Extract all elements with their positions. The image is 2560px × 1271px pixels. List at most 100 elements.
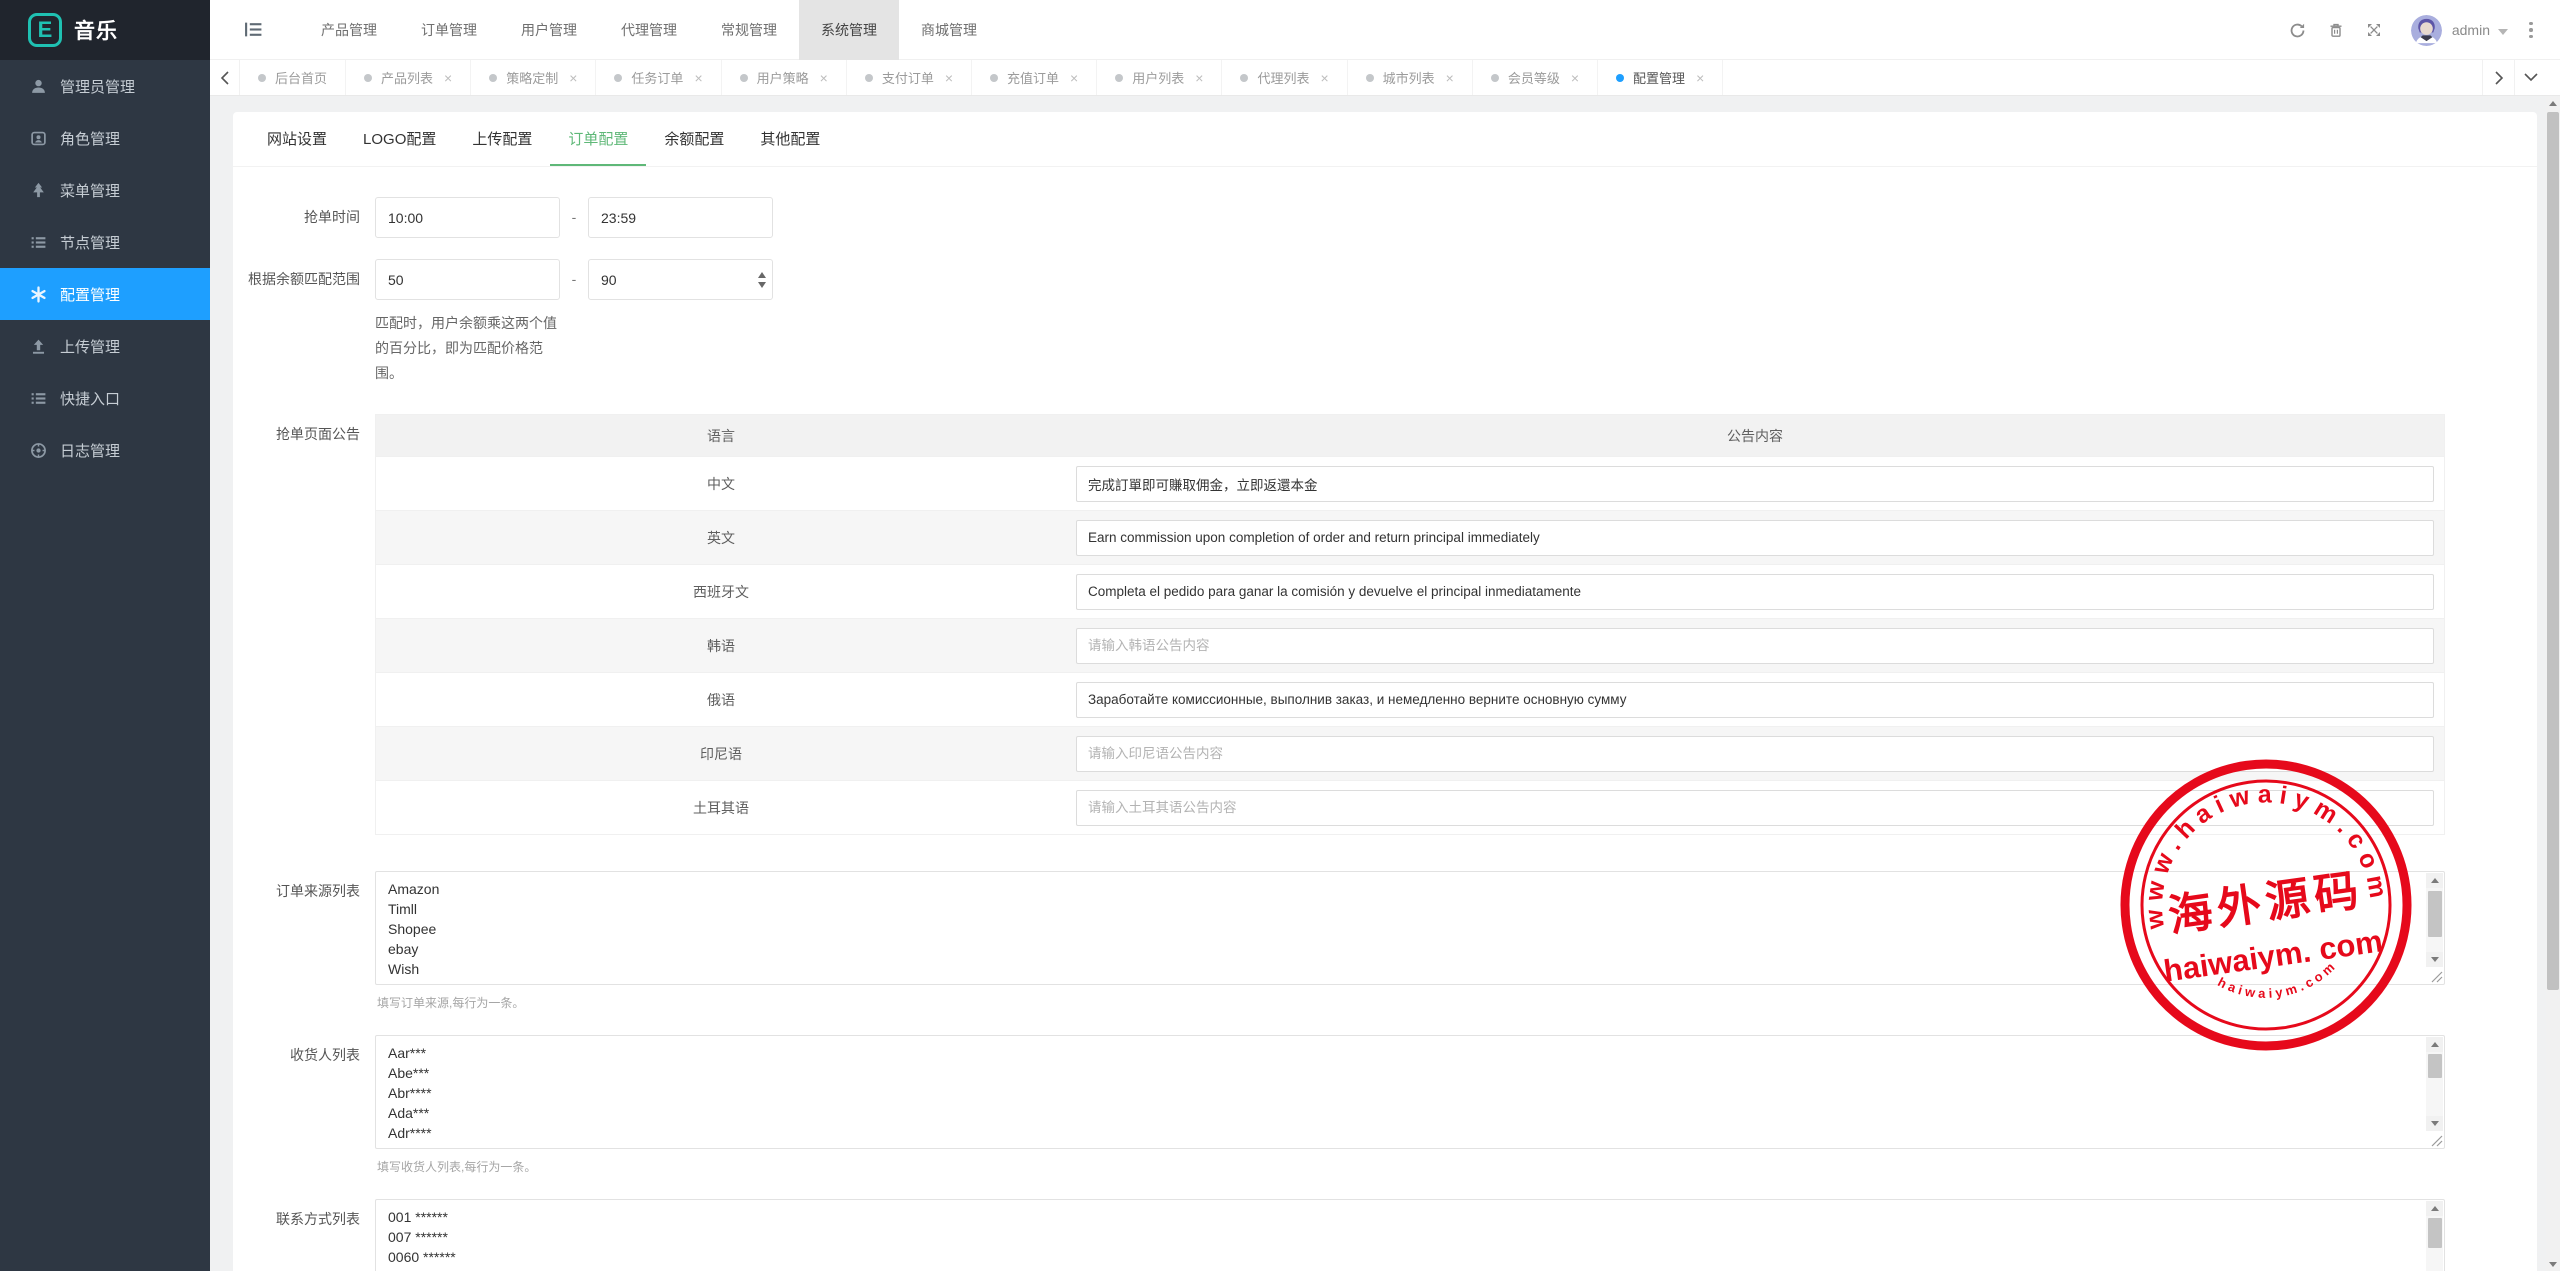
table-header: 语言 公告内容 — [376, 415, 2444, 457]
collapse-menu-icon[interactable] — [244, 21, 263, 38]
announcement-input-en[interactable] — [1076, 520, 2434, 556]
resize-grip-icon[interactable] — [2426, 967, 2443, 983]
close-icon[interactable] — [1696, 71, 1704, 85]
balance-max-input[interactable] — [588, 259, 773, 300]
more-vertical-icon[interactable] — [2516, 0, 2546, 60]
textarea-scrollbar[interactable] — [2426, 1037, 2443, 1147]
username[interactable]: admin — [2452, 22, 2490, 38]
topnav-agent[interactable]: 代理管理 — [599, 0, 699, 60]
tab-task-order[interactable]: 任务订单 — [596, 60, 721, 95]
textarea-scrollbar[interactable] — [2426, 1201, 2443, 1271]
tab-city-list[interactable]: 城市列表 — [1348, 60, 1473, 95]
scroll-up-icon[interactable] — [2546, 96, 2560, 110]
textarea-scrollbar[interactable] — [2426, 873, 2443, 983]
spin-down-icon[interactable] — [758, 282, 766, 288]
scroll-down-icon[interactable] — [2426, 952, 2443, 967]
tabs-menu-icon[interactable] — [2514, 60, 2546, 95]
content-area: 网站设置 LOGO配置 上传配置 订单配置 余额配置 其他配置 抢单时间 - 根… — [210, 96, 2560, 1271]
tab-agent-list[interactable]: 代理列表 — [1222, 60, 1347, 95]
tab-recharge-order[interactable]: 充值订单 — [972, 60, 1097, 95]
topnav-user[interactable]: 用户管理 — [499, 0, 599, 60]
tab-logo-config[interactable]: LOGO配置 — [345, 112, 454, 166]
grab-time-end-input[interactable] — [588, 197, 773, 238]
sidebar-item-upload-manage[interactable]: 上传管理 — [0, 320, 210, 372]
chevron-down-icon[interactable] — [2498, 29, 2508, 35]
announcement-input-ko[interactable] — [1076, 628, 2434, 664]
balance-min-input[interactable] — [375, 259, 560, 300]
textarea-content: Amazon Timll Shopee ebay Wish — [388, 879, 2418, 982]
close-icon[interactable] — [1571, 71, 1579, 85]
tab-home[interactable]: 后台首页 — [240, 60, 346, 95]
scroll-thumb[interactable] — [2428, 1054, 2442, 1078]
announcement-input-es[interactable] — [1076, 574, 2434, 610]
refresh-icon[interactable] — [2279, 0, 2317, 60]
sidebar-item-config-manage[interactable]: 配置管理 — [0, 268, 210, 320]
tab-config-manage[interactable]: 配置管理 — [1598, 60, 1723, 95]
page-scrollbar[interactable] — [2546, 96, 2560, 1271]
scroll-thumb[interactable] — [2547, 112, 2559, 990]
close-icon[interactable] — [694, 71, 702, 85]
tab-site-settings[interactable]: 网站设置 — [249, 112, 345, 166]
sidebar: E 音乐 管理员管理 角色管理 菜单管理 节点管理 配置管理 上传管理 — [0, 0, 210, 1271]
sidebar-item-admin-manage[interactable]: 管理员管理 — [0, 60, 210, 112]
language-cell: 韩语 — [376, 619, 1066, 672]
asterisk-icon — [30, 286, 47, 303]
tab-product-list[interactable]: 产品列表 — [346, 60, 471, 95]
tab-member-level[interactable]: 会员等级 — [1473, 60, 1598, 95]
close-icon[interactable] — [1320, 71, 1328, 85]
topnav-product[interactable]: 产品管理 — [299, 0, 399, 60]
scroll-down-icon[interactable] — [2426, 1116, 2443, 1131]
scroll-thumb[interactable] — [2428, 1218, 2442, 1248]
announcement-input-zh[interactable] — [1076, 466, 2434, 502]
tab-other-config[interactable]: 其他配置 — [742, 112, 838, 166]
sidebar-item-menu-manage[interactable]: 菜单管理 — [0, 164, 210, 216]
order-sources-textarea[interactable]: Amazon Timll Shopee ebay Wish — [375, 871, 2445, 985]
spin-up-icon[interactable] — [758, 272, 766, 278]
tab-upload-config[interactable]: 上传配置 — [454, 112, 550, 166]
tab-strategy-custom[interactable]: 策略定制 — [471, 60, 596, 95]
topnav-general[interactable]: 常规管理 — [699, 0, 799, 60]
avatar[interactable] — [2411, 15, 2442, 46]
number-spinner[interactable] — [758, 259, 766, 300]
grab-time-start-input[interactable] — [375, 197, 560, 238]
announcement-input-ru[interactable] — [1076, 682, 2434, 718]
topnav-order[interactable]: 订单管理 — [399, 0, 499, 60]
tab-label: 任务订单 — [631, 68, 683, 87]
close-icon[interactable] — [820, 71, 828, 85]
receivers-textarea[interactable]: Aar*** Abe*** Abr**** Ada*** Adr**** — [375, 1035, 2445, 1149]
trash-icon[interactable] — [2317, 0, 2355, 60]
tab-user-strategy[interactable]: 用户策略 — [722, 60, 847, 95]
language-cell: 中文 — [376, 457, 1066, 510]
scroll-up-icon[interactable] — [2426, 873, 2443, 888]
tab-order-config[interactable]: 订单配置 — [550, 112, 646, 166]
scroll-thumb[interactable] — [2428, 891, 2442, 937]
resize-grip-icon[interactable] — [2426, 1131, 2443, 1147]
close-icon[interactable] — [569, 71, 577, 85]
scroll-up-icon[interactable] — [2426, 1201, 2443, 1216]
sidebar-item-node-manage[interactable]: 节点管理 — [0, 216, 210, 268]
close-icon[interactable] — [1195, 71, 1203, 85]
close-icon[interactable] — [945, 71, 953, 85]
tab-pay-order[interactable]: 支付订单 — [847, 60, 972, 95]
scroll-down-icon[interactable] — [2546, 1257, 2560, 1271]
table-row: 中文 — [376, 457, 2444, 511]
sidebar-item-role-manage[interactable]: 角色管理 — [0, 112, 210, 164]
tab-balance-config[interactable]: 余额配置 — [646, 112, 742, 166]
close-icon[interactable] — [1446, 71, 1454, 85]
contacts-textarea[interactable]: 001 ****** 007 ****** 0060 ****** 0062 *… — [375, 1199, 2445, 1271]
tabs-scroll-right-icon[interactable] — [2482, 60, 2514, 95]
person-icon — [30, 78, 47, 95]
topnav-system[interactable]: 系统管理 — [799, 0, 899, 60]
sidebar-item-log-manage[interactable]: 日志管理 — [0, 424, 210, 476]
fullscreen-icon[interactable] — [2355, 0, 2393, 60]
sidebar-item-quick-entry[interactable]: 快捷入口 — [0, 372, 210, 424]
tab-dot-icon — [258, 74, 266, 82]
scroll-up-icon[interactable] — [2426, 1037, 2443, 1052]
topnav-mall[interactable]: 商城管理 — [899, 0, 999, 60]
announcement-input-id[interactable] — [1076, 736, 2434, 772]
close-icon[interactable] — [444, 71, 452, 85]
announcement-input-tr[interactable] — [1076, 790, 2434, 826]
tab-user-list[interactable]: 用户列表 — [1097, 60, 1222, 95]
tabs-scroll-left-icon[interactable] — [210, 60, 240, 95]
close-icon[interactable] — [1070, 71, 1078, 85]
